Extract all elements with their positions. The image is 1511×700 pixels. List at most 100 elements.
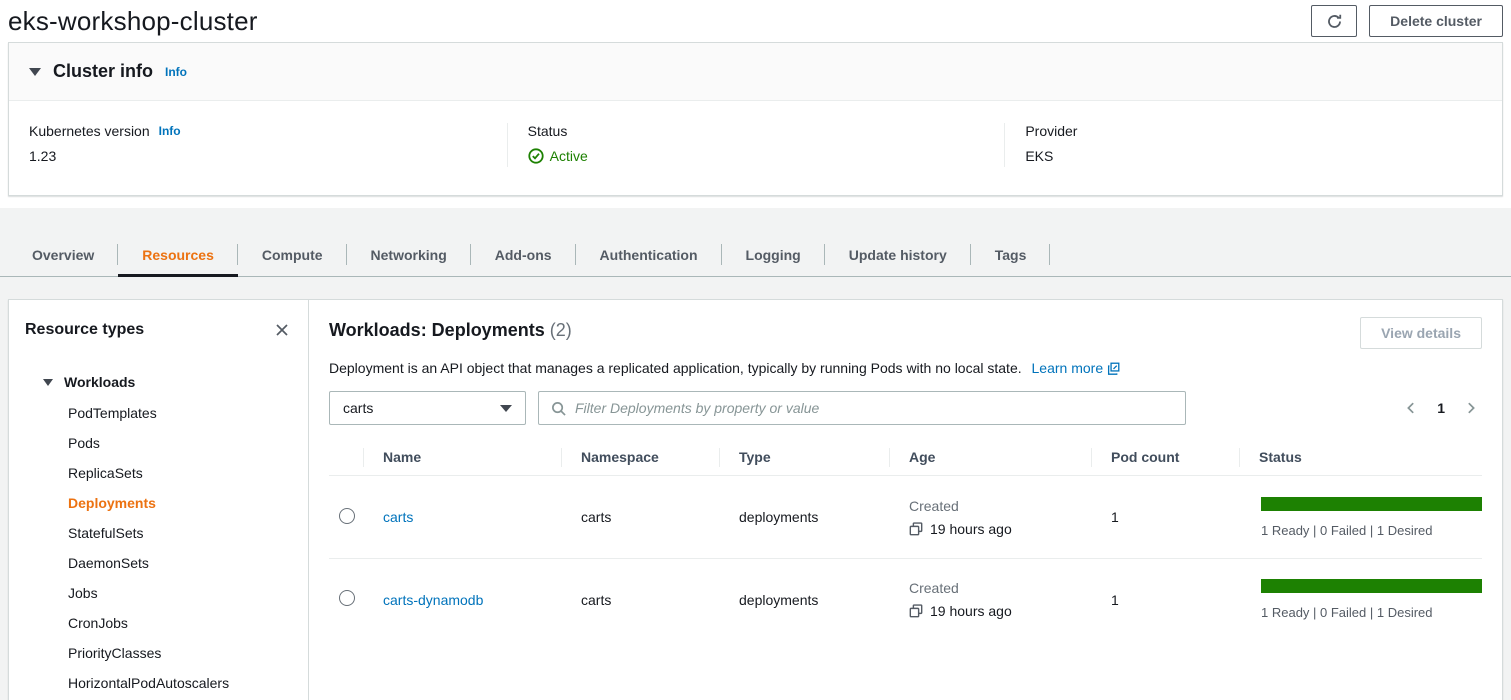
provider-field: Provider EKS xyxy=(1004,123,1502,167)
search-input[interactable] xyxy=(575,400,1173,416)
age-cell: Created 19 hours ago xyxy=(889,580,1091,619)
tab-logging[interactable]: Logging xyxy=(722,233,825,276)
learn-more-link[interactable]: Learn more xyxy=(1032,360,1120,376)
collapse-caret-icon[interactable] xyxy=(29,68,41,76)
row-radio-button[interactable] xyxy=(339,590,355,606)
refresh-icon xyxy=(1326,13,1343,30)
tab-add-ons[interactable]: Add-ons xyxy=(471,233,576,276)
deployments-main-panel: Workloads: Deployments (2) View details … xyxy=(309,300,1502,700)
cluster-info-header[interactable]: Cluster info Info xyxy=(9,43,1502,101)
status-cell: 1 Ready | 0 Failed | 1 Desired xyxy=(1239,579,1482,620)
copy-icon[interactable] xyxy=(909,604,923,618)
status-cell: 1 Ready | 0 Failed | 1 Desired xyxy=(1239,497,1482,538)
deployments-table: Name Namespace Type Age Pod count Status… xyxy=(329,440,1482,640)
namespace-cell: carts xyxy=(561,592,719,608)
external-link-icon xyxy=(1107,362,1120,375)
cluster-info-card: Cluster info Info Kubernetes version Inf… xyxy=(8,42,1503,196)
sidebar-item-priorityclasses[interactable]: PriorityClasses xyxy=(25,638,292,668)
column-header-status: Status xyxy=(1239,440,1482,475)
status-field: Status Active xyxy=(507,123,1005,167)
refresh-button[interactable] xyxy=(1311,5,1357,37)
cluster-info-body: Kubernetes version Info 1.23 Status Acti… xyxy=(9,101,1502,195)
resource-tree: Workloads PodTemplates Pods ReplicaSets … xyxy=(25,368,292,698)
tab-overview[interactable]: Overview xyxy=(8,233,118,276)
column-header-pod-count: Pod count xyxy=(1091,440,1239,475)
tab-update-history[interactable]: Update history xyxy=(825,233,971,276)
cluster-info-info-link[interactable]: Info xyxy=(165,65,187,79)
status-bar xyxy=(1261,579,1482,593)
previous-page-button[interactable] xyxy=(1402,399,1420,417)
k8s-version-info-link[interactable]: Info xyxy=(159,124,181,138)
resource-filter-dropdown[interactable]: carts xyxy=(329,391,526,425)
deployments-count: (2) xyxy=(550,320,572,340)
column-header-namespace: Namespace xyxy=(561,440,719,475)
resource-types-sidebar: Resource types Workloads PodTemplates Po… xyxy=(9,300,309,700)
age-value: 19 hours ago xyxy=(930,521,1012,537)
row-radio-button[interactable] xyxy=(339,508,355,524)
sidebar-close-button[interactable] xyxy=(272,320,292,340)
status-text: 1 Ready | 0 Failed | 1 Desired xyxy=(1261,605,1482,620)
k8s-version-value: 1.23 xyxy=(29,148,487,164)
next-page-button[interactable] xyxy=(1462,399,1480,417)
sidebar-title: Resource types xyxy=(25,321,144,339)
type-cell: deployments xyxy=(719,509,889,525)
namespace-cell: carts xyxy=(561,509,719,525)
delete-cluster-button[interactable]: Delete cluster xyxy=(1369,5,1503,37)
status-badge: Active xyxy=(528,148,588,164)
status-label: Status xyxy=(528,123,985,139)
sidebar-item-statefulsets[interactable]: StatefulSets xyxy=(25,518,292,548)
status-text: 1 Ready | 0 Failed | 1 Desired xyxy=(1261,523,1482,538)
tab-tags[interactable]: Tags xyxy=(971,233,1051,276)
selection-column-header xyxy=(329,440,363,475)
table-row: carts carts deployments Created 19 hours… xyxy=(329,476,1482,558)
column-header-age: Age xyxy=(889,440,1091,475)
sidebar-item-cronjobs[interactable]: CronJobs xyxy=(25,608,292,638)
view-details-button[interactable]: View details xyxy=(1360,317,1482,349)
k8s-version-label: Kubernetes version xyxy=(29,123,150,139)
search-icon xyxy=(551,401,566,416)
provider-label: Provider xyxy=(1025,123,1482,139)
tab-resources[interactable]: Resources xyxy=(118,233,238,276)
tab-bar: Overview Resources Compute Networking Ad… xyxy=(0,233,1511,277)
sidebar-item-replicasets[interactable]: ReplicaSets xyxy=(25,458,292,488)
deployments-description: Deployment is an API object that manages… xyxy=(329,360,1482,376)
age-cell: Created 19 hours ago xyxy=(889,498,1091,537)
tab-compute[interactable]: Compute xyxy=(238,233,347,276)
copy-icon[interactable] xyxy=(909,522,923,536)
current-page-number[interactable]: 1 xyxy=(1437,400,1445,416)
sidebar-item-daemonsets[interactable]: DaemonSets xyxy=(25,548,292,578)
column-header-type: Type xyxy=(719,440,889,475)
sidebar-item-pods[interactable]: Pods xyxy=(25,428,292,458)
status-bar xyxy=(1261,497,1482,511)
tab-authentication[interactable]: Authentication xyxy=(576,233,722,276)
provider-value: EKS xyxy=(1025,148,1482,164)
deployment-name-link[interactable]: carts-dynamodb xyxy=(383,592,483,608)
search-box xyxy=(538,391,1186,425)
sidebar-item-jobs[interactable]: Jobs xyxy=(25,578,292,608)
age-value: 19 hours ago xyxy=(930,603,1012,619)
sidebar-item-horizontalpodautoscalers[interactable]: HorizontalPodAutoscalers xyxy=(25,668,292,698)
tree-caret-icon xyxy=(43,379,53,386)
pagination: 1 xyxy=(1402,399,1482,417)
deployment-name-link[interactable]: carts xyxy=(383,509,413,525)
check-circle-icon xyxy=(528,148,544,164)
type-cell: deployments xyxy=(719,592,889,608)
status-value: Active xyxy=(550,148,588,164)
k8s-version-field: Kubernetes version Info 1.23 xyxy=(9,123,507,167)
sidebar-item-deployments[interactable]: Deployments xyxy=(25,488,292,518)
tab-networking[interactable]: Networking xyxy=(347,233,471,276)
dropdown-value: carts xyxy=(343,400,373,416)
pod-count-cell: 1 xyxy=(1091,592,1239,608)
chevron-down-icon xyxy=(500,405,512,412)
header-actions: Delete cluster xyxy=(1311,5,1503,37)
sidebar-item-podtemplates[interactable]: PodTemplates xyxy=(25,398,292,428)
tree-group-workloads[interactable]: Workloads xyxy=(25,368,292,398)
close-icon xyxy=(274,322,290,338)
title-row: eks-workshop-cluster Delete cluster xyxy=(8,0,1503,42)
table-row: carts-dynamodb carts deployments Created… xyxy=(329,558,1482,640)
page-title: eks-workshop-cluster xyxy=(8,6,258,37)
content-panel: Resource types Workloads PodTemplates Po… xyxy=(8,299,1503,700)
column-header-name: Name xyxy=(363,440,561,475)
page-header-band: eks-workshop-cluster Delete cluster Clus… xyxy=(0,0,1511,208)
table-header-row: Name Namespace Type Age Pod count Status xyxy=(329,440,1482,476)
